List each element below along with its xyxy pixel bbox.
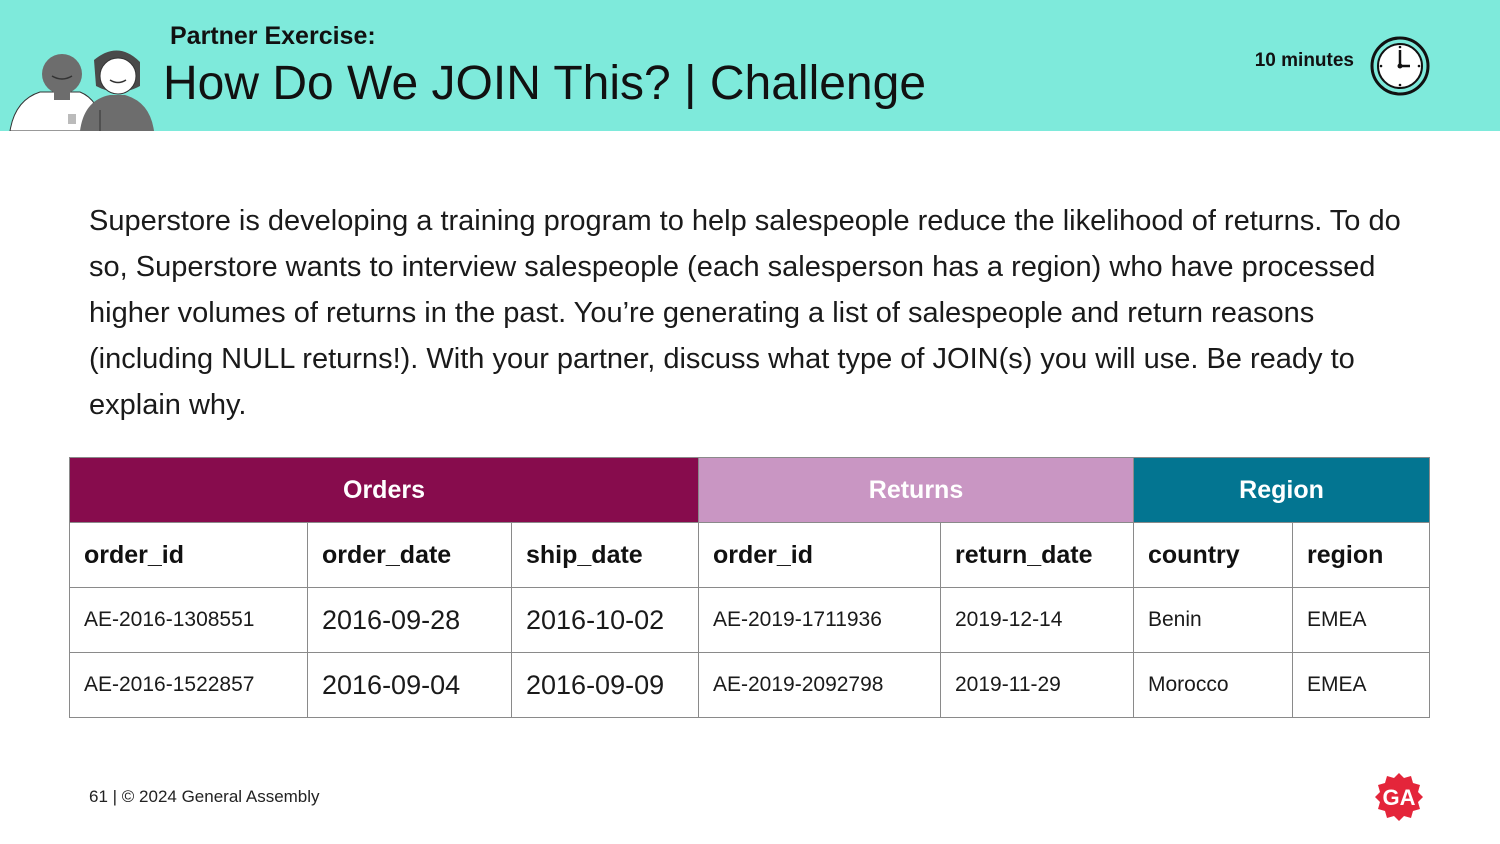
table-cell: AE-2016-1308551: [69, 587, 308, 653]
column-header: country: [1133, 522, 1293, 588]
returns-table-title: Returns: [698, 457, 1134, 523]
table-cell: 2016-09-28: [307, 587, 512, 653]
table-cell: Benin: [1133, 587, 1293, 653]
table-cell: 2016-09-09: [511, 652, 699, 718]
table-cell: EMEA: [1292, 652, 1430, 718]
column-header: order_id: [698, 522, 941, 588]
table-row: AE-2016-1308551 2016-09-28 2016-10-02 AE…: [69, 587, 1430, 653]
region-table-title: Region: [1133, 457, 1430, 523]
table-cell: AE-2016-1522857: [69, 652, 308, 718]
exercise-kicker: Partner Exercise:: [170, 22, 376, 50]
column-header: ship_date: [511, 522, 699, 588]
ga-logo: GA: [1375, 773, 1423, 821]
table-cell: Morocco: [1133, 652, 1293, 718]
clock-icon: [1370, 36, 1430, 96]
column-header: order_date: [307, 522, 512, 588]
table-cell: AE-2019-1711936: [698, 587, 941, 653]
copyright: © 2024 General Assembly: [121, 787, 320, 806]
orders-table-title: Orders: [69, 457, 699, 523]
table-cell: 2019-11-29: [940, 652, 1134, 718]
timer-label: 10 minutes: [1254, 50, 1354, 71]
footer: 61 | © 2024 General Assembly: [89, 787, 320, 806]
table-cell: 2019-12-14: [940, 587, 1134, 653]
page-title: How Do We JOIN This? | Challenge: [163, 57, 927, 110]
data-tables: Orders Returns Region order_id order_dat…: [69, 457, 1430, 718]
page-number: 61: [89, 787, 108, 806]
table-row: AE-2016-1522857 2016-09-04 2016-09-09 AE…: [69, 652, 1430, 718]
table-cell: EMEA: [1292, 587, 1430, 653]
column-header: return_date: [940, 522, 1134, 588]
column-header: region: [1292, 522, 1430, 588]
table-cell: 2016-09-04: [307, 652, 512, 718]
table-cell: 2016-10-02: [511, 587, 699, 653]
table-cell: AE-2019-2092798: [698, 652, 941, 718]
column-header: order_id: [69, 522, 308, 588]
exercise-description: Superstore is developing a training prog…: [89, 205, 1401, 421]
ga-logo-text: GA: [1383, 785, 1416, 810]
header-banner: Partner Exercise: How Do We JOIN This? |…: [0, 0, 1500, 131]
people-illustration: [9, 50, 154, 131]
